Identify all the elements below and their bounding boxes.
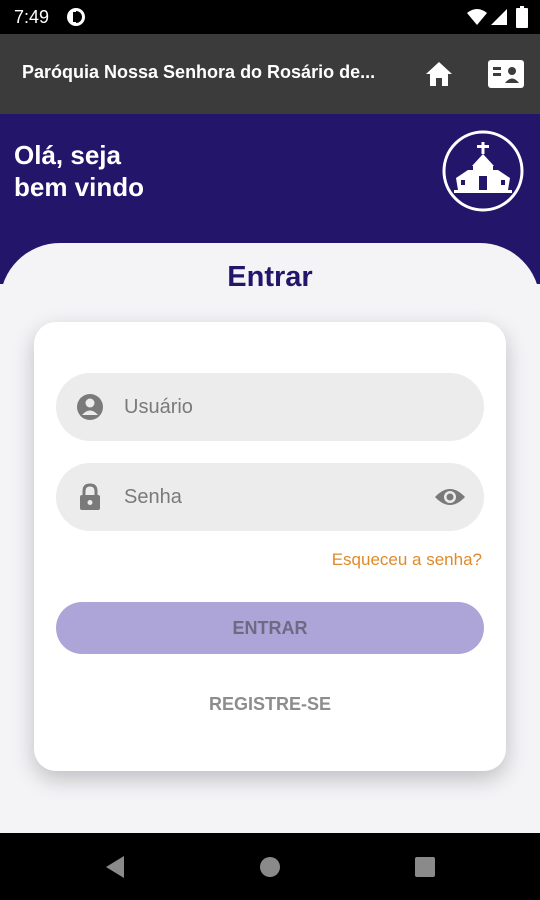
welcome-line-1: Olá, seja [14,140,121,170]
register-button[interactable]: REGISTRE-SE [34,694,506,715]
lock-icon [80,483,100,510]
status-time: 7:49 [14,7,50,27]
recents-icon[interactable] [414,856,436,878]
home-icon[interactable] [420,56,458,92]
user-icon [77,394,103,420]
password-placeholder: Senha [124,486,182,508]
back-icon[interactable] [104,855,126,879]
username-placeholder: Usuário [124,396,193,418]
welcome-line-2: bem vindo [14,172,145,202]
contact-card-icon[interactable] [486,56,526,92]
home-nav-icon[interactable] [259,856,281,878]
login-heading: Entrar [227,261,313,293]
username-field[interactable]: Usuário [56,373,484,441]
enter-button[interactable]: ENTRAR [56,602,484,654]
church-logo-icon [442,130,524,212]
wifi-icon [467,9,487,25]
welcome-text: Olá, seja bem vindo [14,139,144,203]
system-nav-bar [0,833,540,900]
show-password-eye-icon[interactable] [434,483,466,511]
forgot-password-link[interactable]: Esqueceu a senha? [332,550,482,570]
battery-icon [516,6,528,28]
status-bar: 7:49 [0,0,540,34]
login-card: Usuário Senha Esqueceu a senha? ENTRAR R… [34,322,506,771]
app-notification-icon [67,8,85,26]
password-field[interactable]: Senha [56,463,484,531]
signal-icon [491,9,507,25]
app-bar: Paróquia Nossa Senhora do Rosário de... [0,34,540,114]
app-title: Paróquia Nossa Senhora do Rosário de... [22,62,376,82]
